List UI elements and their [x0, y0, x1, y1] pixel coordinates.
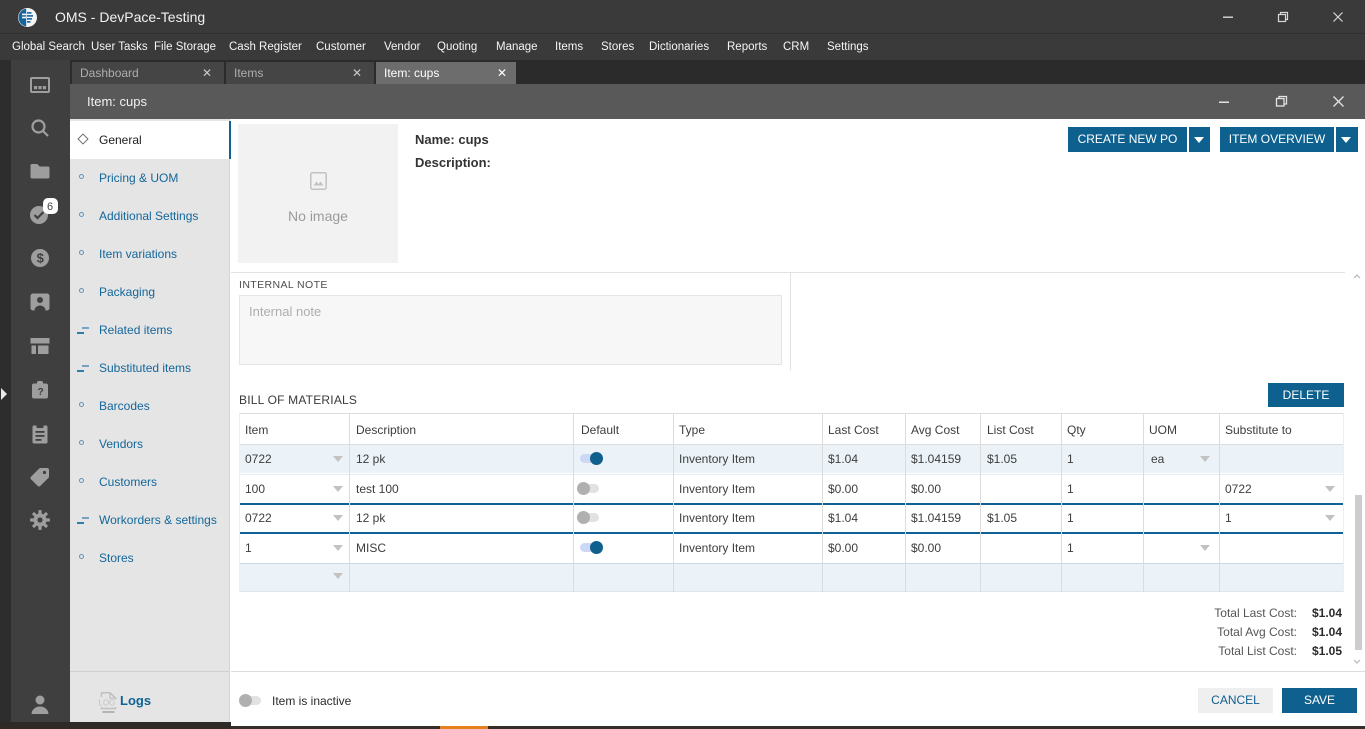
svg-text:$: $ [37, 251, 45, 266]
svg-text:?: ? [37, 386, 43, 398]
svg-text:6: 6 [47, 201, 53, 213]
svg-text:LOG: LOG [99, 699, 116, 708]
